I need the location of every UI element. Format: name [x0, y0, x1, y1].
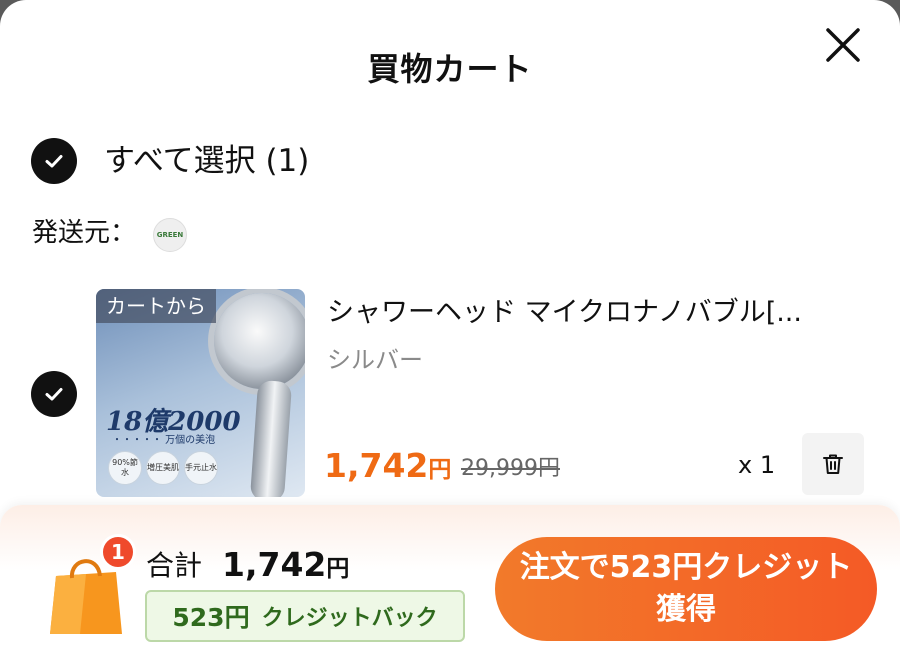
shower-head-image	[214, 293, 305, 389]
item-checkbox[interactable]	[31, 371, 77, 417]
order-button[interactable]: 注文で523円クレジット獲得	[495, 537, 877, 641]
page-title: 買物カート	[367, 50, 533, 88]
current-price: 1,742円	[324, 446, 452, 485]
trash-icon	[823, 454, 843, 474]
thumb-badge: 増圧美肌	[146, 451, 180, 485]
delete-button[interactable]	[802, 433, 864, 495]
product-name[interactable]: シャワーヘッド マイクロナノバブル[...	[327, 293, 847, 333]
select-all-checkbox[interactable]	[31, 138, 77, 184]
select-all-label: すべて選択 (1)	[104, 143, 310, 179]
original-price: 29,999円	[461, 456, 560, 481]
cart-sheet: 買物カート すべて選択 (1) 発送元： GREEN カートから 18億2000…	[0, 0, 900, 670]
credit-amount: 523円	[172, 603, 250, 632]
thumb-badge: 90%節水	[108, 451, 142, 485]
seller-logo: GREEN	[153, 218, 187, 252]
from-cart-tag: カートから	[96, 289, 216, 323]
thumb-subline: ・・・・・ 万個の美泡	[112, 435, 216, 446]
cart-count-badge: 1	[100, 534, 136, 570]
ship-from-label: 発送元：	[32, 218, 137, 248]
check-icon	[45, 155, 63, 168]
total-amount: 1,742円	[222, 545, 350, 584]
total-label: 合計	[146, 549, 203, 582]
shower-handle-image	[249, 379, 293, 497]
credit-label: クレジットバック	[261, 606, 438, 631]
credit-back-badge: 523円 クレジットバック	[145, 590, 465, 642]
quantity[interactable]: x 1	[738, 448, 775, 482]
check-icon	[45, 388, 63, 401]
product-variant[interactable]: シルバー	[327, 342, 423, 378]
close-icon[interactable]	[822, 24, 864, 66]
thumb-badge: 手元止水	[184, 451, 218, 485]
product-thumbnail[interactable]: カートから 18億2000 ・・・・・ 万個の美泡 90%節水 増圧美肌 手元止…	[96, 289, 305, 497]
